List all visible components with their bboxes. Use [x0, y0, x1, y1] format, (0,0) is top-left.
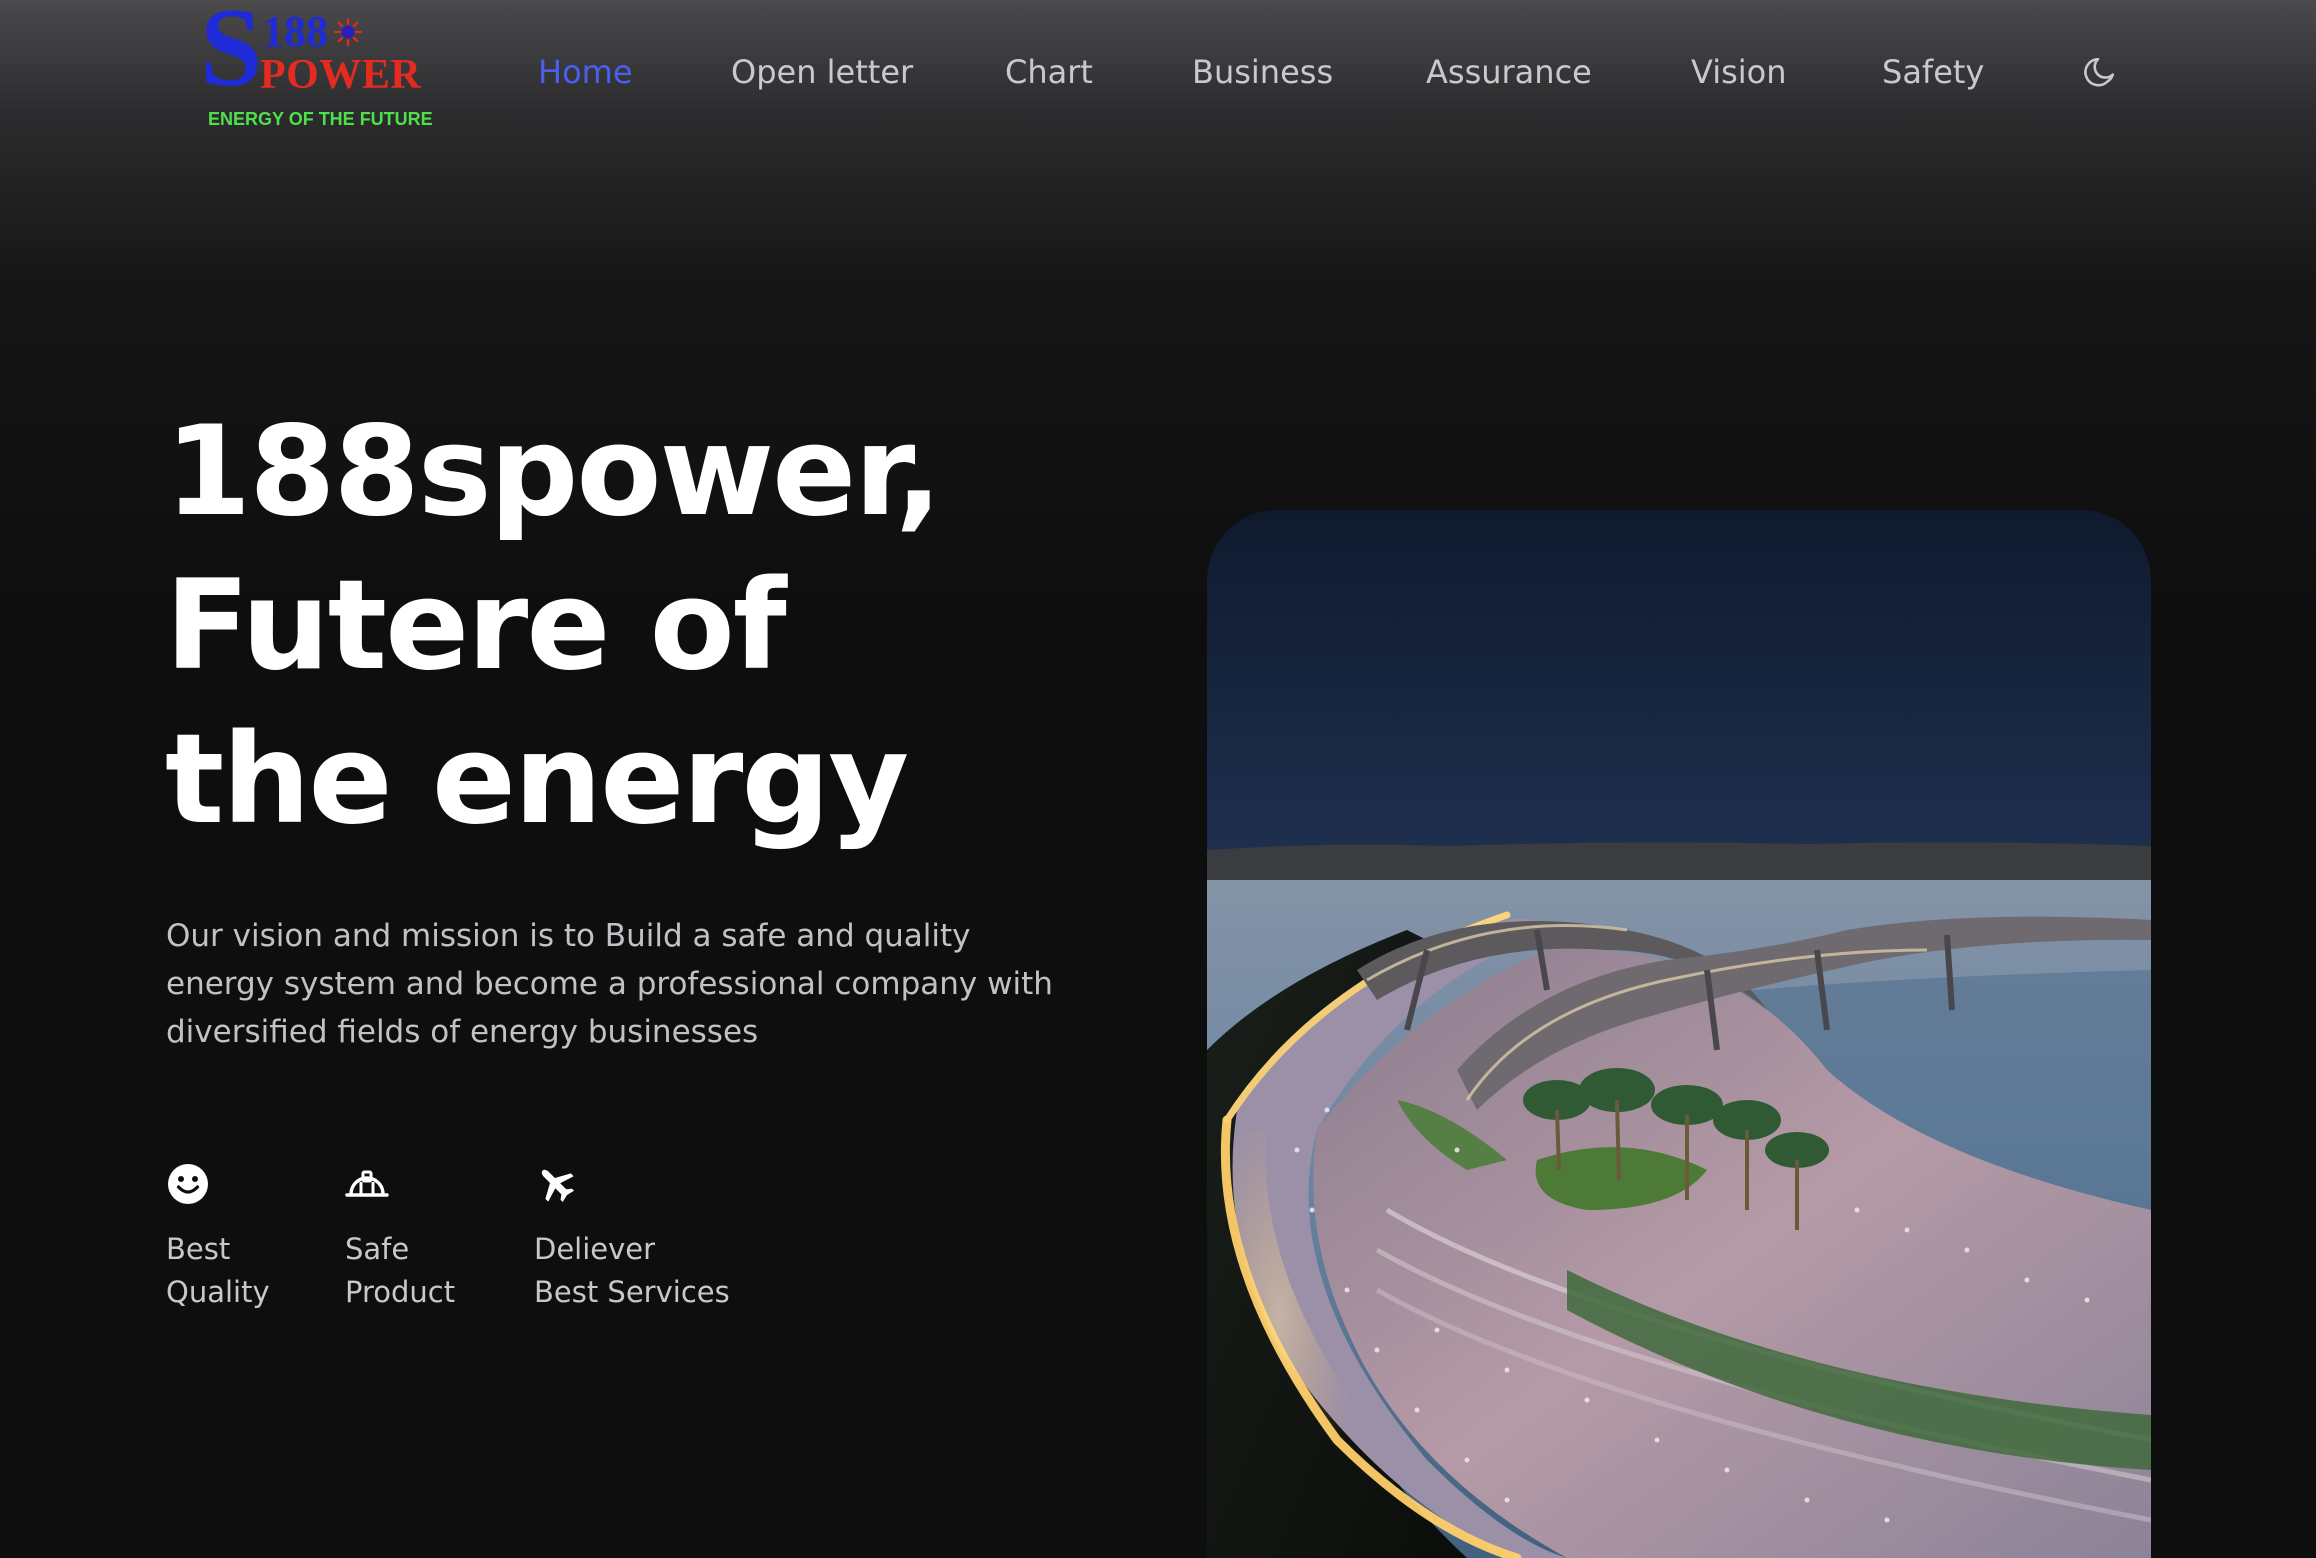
- airplane-icon: [541, 1169, 575, 1203]
- feature-label-line-2: Best Services: [534, 1275, 730, 1309]
- feature-best-quality: Best Quality: [166, 1162, 270, 1314]
- nav-vision[interactable]: Vision: [1691, 48, 1787, 96]
- moon-icon[interactable]: [2080, 52, 2120, 92]
- nav-safety[interactable]: Safety: [1882, 48, 1984, 96]
- hero-description: Our vision and mission is to Build a saf…: [166, 918, 1053, 1050]
- sun-icon: [334, 18, 362, 46]
- hero-title-line-3: the energy: [165, 708, 909, 852]
- feature-label-line-1: Deliever: [534, 1232, 656, 1266]
- nav-home[interactable]: Home: [538, 48, 633, 96]
- site-header: S 188 POWER ENERGY OF THE FUTURE Home Op…: [0, 0, 2316, 150]
- feature-safe-product: Safe Product: [345, 1162, 455, 1314]
- waterfront-bridge-illustration: [1207, 510, 2151, 1558]
- nav-open-letter[interactable]: Open letter: [731, 48, 913, 96]
- hero-title-line-2: Futere of: [165, 554, 787, 698]
- hero-image-waterfront-bridge: [1207, 510, 2151, 1558]
- hard-hat-icon: [345, 1170, 389, 1197]
- hero-title: 188spower, Futere of the energy: [165, 395, 1165, 857]
- nav-chart[interactable]: Chart: [1005, 48, 1093, 96]
- feature-label-line-1: Best: [166, 1232, 231, 1266]
- feature-best-services: Deliever Best Services: [534, 1162, 730, 1314]
- nav-assurance[interactable]: Assurance: [1426, 48, 1592, 96]
- nav-business[interactable]: Business: [1192, 48, 1333, 96]
- feature-label-line-2: Product: [345, 1275, 456, 1309]
- main-nav: Home Open letter Chart Business Assuranc…: [0, 48, 2316, 96]
- hero-title-line-1: 188spower,: [165, 400, 942, 544]
- feature-label-line-2: Quality: [166, 1275, 270, 1309]
- logo-tagline: ENERGY OF THE FUTURE: [208, 109, 433, 129]
- feature-label-line-1: Safe: [345, 1232, 410, 1266]
- smile-icon: [168, 1164, 208, 1204]
